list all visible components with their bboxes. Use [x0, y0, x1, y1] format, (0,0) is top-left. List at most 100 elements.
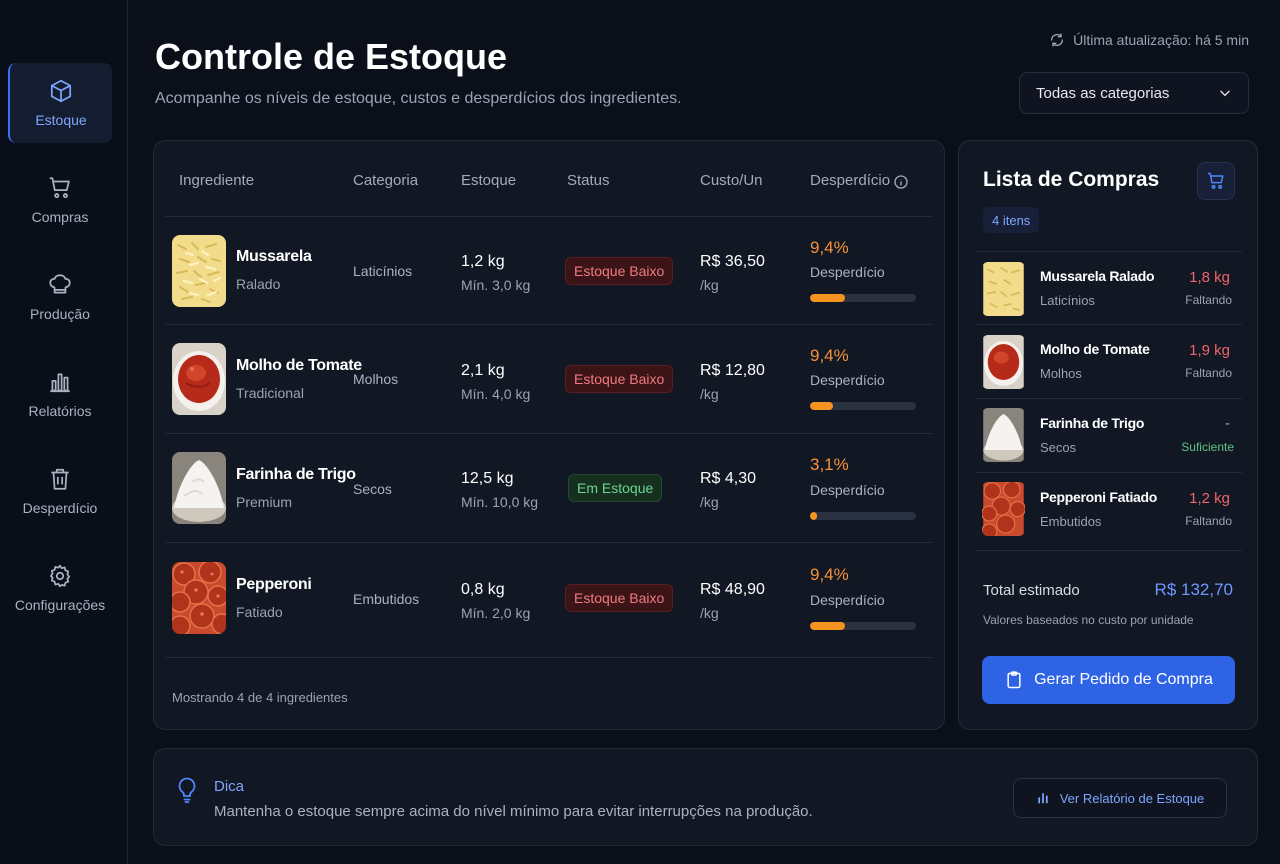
stock-qty: 2,1 kg	[461, 362, 505, 379]
generate-order-label: Gerar Pedido de Compra	[1034, 671, 1213, 688]
list-item-qty: 1,8 kg	[1189, 269, 1230, 286]
stock-min: Mín. 2,0 kg	[461, 605, 531, 621]
shopping-cart-button[interactable]	[1197, 162, 1235, 200]
ingredient-category: Molhos	[353, 371, 399, 387]
last-update-text: Última atualização: há 5 min	[1073, 32, 1249, 48]
column-header-estoque[interactable]: Estoque	[461, 172, 516, 189]
waste-bar	[810, 512, 916, 520]
status-badge: Em Estoque	[568, 474, 663, 502]
waste-label: Desperdício	[810, 482, 885, 498]
waste-bar-fill	[810, 622, 845, 630]
cart-icon	[49, 177, 70, 199]
table-footer: Mostrando 4 de 4 ingredientes	[172, 690, 348, 705]
item-count-badge: 4 itens	[983, 207, 1040, 233]
unit-cost: R$ 4,30	[700, 470, 757, 487]
stock-min: Mín. 3,0 kg	[461, 277, 531, 293]
ingredient-variant: Premium	[236, 494, 293, 510]
stock-qty: 12,5 kg	[461, 470, 514, 487]
waste-bar	[810, 622, 916, 630]
info-icon[interactable]	[893, 174, 909, 190]
ingredient-name: Farinha de Trigo	[236, 466, 356, 483]
list-item-name: Pepperoni Fatiado	[1040, 489, 1158, 505]
unit-cost: R$ 48,90	[700, 581, 765, 598]
list-item-qty: 1,2 kg	[1189, 490, 1230, 507]
sidebar-item-desperdicio[interactable]: Desperdício	[8, 451, 112, 531]
column-header-custo[interactable]: Custo/Un	[700, 172, 763, 189]
lightbulb-icon	[178, 777, 196, 803]
chef-hat-icon	[49, 274, 71, 294]
column-header-ingrediente[interactable]: Ingrediente	[179, 172, 254, 189]
row-divider	[165, 657, 932, 658]
waste-bar	[810, 294, 916, 302]
generate-order-button[interactable]: Gerar Pedido de Compra	[982, 656, 1235, 704]
list-divider	[975, 398, 1242, 399]
row-divider	[165, 433, 932, 434]
waste-percent: 9,4%	[810, 565, 849, 584]
column-header-desperdicio[interactable]: Desperdício	[810, 172, 890, 189]
cart-icon	[1208, 172, 1224, 189]
waste-bar-fill	[810, 402, 834, 410]
last-update: Última atualização: há 5 min	[1049, 32, 1249, 48]
list-item-category: Laticínios	[1040, 293, 1095, 308]
bar-chart-icon	[1038, 793, 1048, 804]
list-item-qty: -	[1225, 415, 1230, 432]
unit-cost-unit: /kg	[700, 277, 719, 293]
waste-percent: 9,4%	[810, 346, 849, 365]
list-divider	[975, 472, 1242, 473]
column-header-status[interactable]: Status	[567, 172, 610, 189]
list-item-category: Molhos	[1040, 366, 1082, 381]
list-item-state: Suficiente	[1181, 440, 1234, 454]
chevron-down-icon	[1220, 90, 1230, 97]
list-divider	[975, 550, 1242, 551]
ingredient-variant: Tradicional	[236, 385, 304, 401]
refresh-icon[interactable]	[1049, 32, 1065, 48]
sidebar-item-label: Compras	[31, 209, 89, 225]
list-item-name: Mussarela Ralado	[1040, 268, 1155, 284]
view-report-label: Ver Relatório de Estoque	[1059, 790, 1205, 806]
tomato-sauce-image	[172, 343, 226, 415]
list-item-category: Secos	[1040, 440, 1077, 455]
category-select[interactable]: Todas as categorias	[1019, 72, 1249, 114]
tomato-sauce-image	[982, 335, 1025, 389]
total-note: Valores baseados no custo por unidade	[983, 613, 1194, 627]
ingredient-variant: Fatiado	[236, 604, 283, 620]
list-item-qty: 1,9 kg	[1189, 342, 1230, 359]
waste-bar-fill	[810, 294, 845, 302]
list-item-state: Faltando	[1185, 514, 1232, 528]
page-title: Controle de Estoque	[155, 36, 508, 77]
sidebar: Estoque Compras Produção Relatórios Desp…	[0, 0, 128, 864]
ingredient-category: Laticínios	[353, 263, 413, 279]
waste-bar	[810, 402, 916, 410]
flour-image	[172, 452, 226, 524]
inventory-table-card	[153, 140, 945, 730]
stock-qty: 1,2 kg	[461, 253, 505, 270]
sidebar-item-configuracoes[interactable]: Configurações	[8, 548, 112, 628]
view-report-button[interactable]: Ver Relatório de Estoque	[1013, 778, 1227, 818]
sidebar-item-producao[interactable]: Produção	[8, 257, 112, 337]
clipboard-icon	[1007, 671, 1021, 689]
ingredient-category: Secos	[353, 481, 392, 497]
sidebar-item-estoque[interactable]: Estoque	[8, 63, 112, 143]
total-label: Total estimado	[983, 582, 1080, 599]
list-item-category: Embutidos	[1040, 514, 1102, 529]
sidebar-item-label: Estoque	[35, 112, 87, 128]
list-item-state: Faltando	[1185, 293, 1232, 307]
trash-icon	[51, 468, 69, 490]
sidebar-item-compras[interactable]: Compras	[8, 160, 112, 240]
stock-min: Mín. 10,0 kg	[461, 494, 539, 510]
unit-cost: R$ 36,50	[700, 253, 765, 270]
stock-min: Mín. 4,0 kg	[461, 386, 531, 402]
unit-cost-unit: /kg	[700, 494, 719, 510]
mozzarella-image	[982, 262, 1025, 316]
list-item-name: Molho de Tomate	[1040, 341, 1150, 357]
column-header-categoria[interactable]: Categoria	[353, 172, 418, 189]
ingredient-name: Mussarela	[236, 248, 312, 265]
pepperoni-image	[982, 482, 1025, 536]
ingredient-variant: Ralado	[236, 276, 281, 292]
waste-percent: 3,1%	[810, 455, 849, 474]
sidebar-item-relatorios[interactable]: Relatórios	[8, 354, 112, 434]
gear-icon	[49, 564, 71, 588]
bar-chart-icon	[50, 373, 70, 393]
flour-image	[982, 408, 1025, 462]
pepperoni-image	[172, 562, 226, 634]
